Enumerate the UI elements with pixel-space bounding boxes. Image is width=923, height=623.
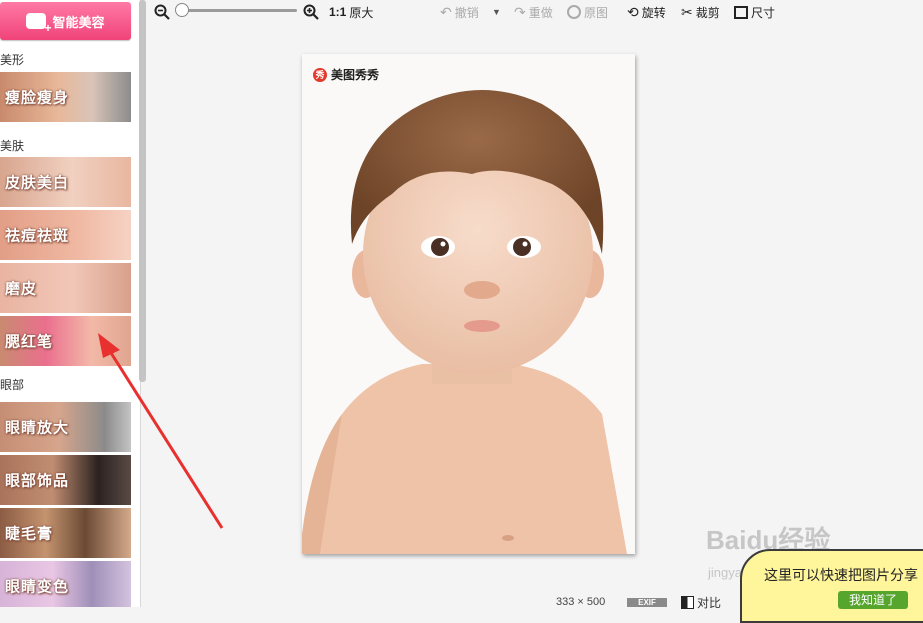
one-to-one-label: 1:1: [329, 5, 347, 19]
sidebar: 智能美容 美形 瘦脸瘦身 美肤 皮肤美白 祛痘祛斑 磨皮 腮红笔 眼部 眼睛放大…: [0, 0, 141, 607]
redo-button[interactable]: ↷ 重做: [514, 3, 553, 21]
smart-beauty-button[interactable]: 智能美容: [0, 2, 131, 40]
original-image-label: 原图: [584, 5, 609, 20]
undo-dropdown-button[interactable]: ▼: [492, 3, 501, 21]
meitu-logo-icon: 秀: [313, 67, 327, 82]
tile-label: 祛痘祛斑: [5, 227, 70, 245]
photo-canvas[interactable]: 秀 美图秀秀: [302, 54, 635, 554]
tile-acne-removal[interactable]: 祛痘祛斑: [0, 210, 131, 260]
tile-eye-accessory[interactable]: 眼部饰品: [0, 455, 131, 505]
rotate-label: 旋转: [641, 5, 666, 20]
share-tip-text: 这里可以快速把图片分享: [764, 567, 918, 583]
beauty-face-icon: [26, 13, 51, 35]
zoom-in-button[interactable]: [303, 3, 319, 21]
tile-label: 眼睛变色: [5, 578, 70, 596]
watermark-label: 美图秀秀: [331, 68, 380, 82]
tile-label: 眼睛放大: [5, 419, 70, 437]
share-tip-bubble: 这里可以快速把图片分享 我知道了: [740, 549, 923, 623]
tile-label: 瘦脸瘦身: [5, 89, 70, 107]
crop-label: 裁剪: [695, 5, 720, 20]
tile-slim-face[interactable]: 瘦脸瘦身: [0, 72, 131, 122]
undo-label: 撤销: [454, 5, 479, 20]
image-dimensions: 333 × 500: [556, 596, 605, 608]
zoom-out-button[interactable]: [154, 3, 170, 21]
app-watermark: 秀 美图秀秀: [313, 66, 379, 83]
section-title-skin: 美肤: [0, 139, 25, 153]
compare-label: 对比: [697, 596, 722, 610]
tile-label: 睫毛膏: [5, 525, 54, 543]
section-title-shape: 美形: [0, 53, 25, 67]
original-size-button[interactable]: 1:1 原大: [329, 3, 373, 21]
tile-eye-color[interactable]: 眼睛变色: [0, 561, 131, 607]
original-image-icon: [567, 5, 581, 19]
rotate-icon: ⟲: [627, 3, 639, 20]
tile-label: 皮肤美白: [5, 174, 70, 192]
zoom-slider-handle[interactable]: [175, 3, 189, 17]
resize-button[interactable]: 尺寸: [734, 3, 775, 21]
undo-icon: ↶: [440, 3, 452, 20]
original-image-button[interactable]: 原图: [567, 3, 608, 21]
tile-label: 腮红笔: [5, 333, 54, 351]
crop-button[interactable]: ✂ 裁剪: [681, 3, 720, 21]
toolbar: 1:1 原大 ↶ 撤销 ▼ ↷ 重做 原图 ⟲ 旋转 ✂ 裁剪 尺寸: [150, 0, 923, 24]
undo-button[interactable]: ↶ 撤销: [440, 3, 479, 21]
image-width: 333: [556, 596, 575, 608]
smart-beauty-label: 智能美容: [52, 14, 105, 30]
exif-button[interactable]: EXIF: [627, 598, 667, 607]
tile-label: 眼部饰品: [5, 472, 70, 490]
tile-blush-brush[interactable]: 腮红笔: [0, 316, 131, 366]
chevron-down-icon: ▼: [492, 7, 501, 17]
section-title-eyes: 眼部: [0, 378, 25, 392]
sidebar-scrollbar[interactable]: [139, 0, 146, 382]
scissors-icon: ✂: [681, 3, 693, 20]
redo-label: 重做: [528, 5, 553, 20]
tile-eye-enlarge[interactable]: 眼睛放大: [0, 402, 131, 452]
zoom-slider[interactable]: [177, 9, 297, 12]
tile-smooth-skin[interactable]: 磨皮: [0, 263, 131, 313]
resize-icon: [734, 5, 748, 19]
tile-label: 磨皮: [5, 280, 38, 298]
rotate-button[interactable]: ⟲ 旋转: [627, 3, 666, 21]
zoom-out-icon: [154, 4, 170, 20]
compare-button[interactable]: 对比: [681, 594, 721, 611]
tile-skin-whiten[interactable]: 皮肤美白: [0, 157, 131, 207]
compare-icon: [681, 596, 694, 609]
baby-photo: [302, 90, 627, 554]
resize-label: 尺寸: [751, 5, 776, 20]
zoom-in-icon: [303, 4, 319, 20]
got-it-button[interactable]: 我知道了: [838, 591, 908, 609]
redo-icon: ↷: [514, 3, 526, 20]
original-size-label: 原大: [349, 5, 374, 20]
times-sign: ×: [577, 596, 584, 608]
image-height: 500: [586, 596, 606, 608]
tile-mascara[interactable]: 睫毛膏: [0, 508, 131, 558]
